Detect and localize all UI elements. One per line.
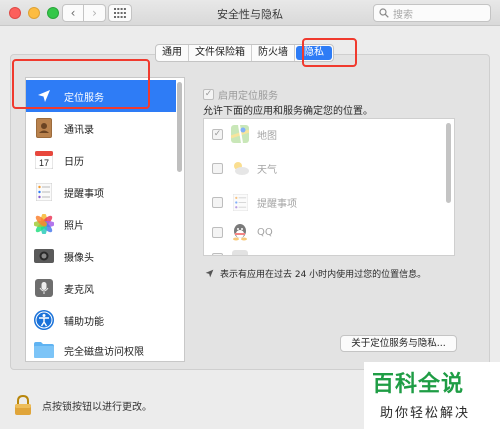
lock-icon[interactable] — [14, 395, 32, 415]
sidebar-item-full-disk-access[interactable]: 完全磁盘访问权限 — [26, 334, 176, 361]
sidebar-item-label: 辅助功能 — [64, 316, 104, 328]
maps-icon — [231, 125, 249, 143]
title-bar: ‹ › 安全性与隐私 搜索 — [0, 0, 500, 26]
location-services-highlight-box — [12, 59, 150, 109]
app-row-qq[interactable]: QQ — [204, 221, 444, 243]
location-arrow-icon — [205, 269, 214, 278]
tab-filevault[interactable]: 文件保险箱 — [189, 45, 252, 61]
preferences-window: ‹ › 安全性与隐私 搜索 通用 文件保险箱 防火墙 隐私 定位服务 通讯录 1… — [0, 0, 500, 429]
app-checkbox[interactable] — [212, 226, 223, 238]
app-row-maps[interactable]: ✓ 地图 — [204, 123, 444, 145]
tab-firewall[interactable]: 防火墙 — [252, 45, 295, 61]
sidebar-item-label: 通讯录 — [64, 124, 94, 136]
svg-text:17: 17 — [39, 158, 49, 168]
app-row-more[interactable] — [204, 247, 444, 255]
lock-area: 点按锁按钮以进行更改。 — [14, 395, 152, 415]
lock-hint-text: 点按锁按钮以进行更改。 — [42, 401, 152, 413]
privacy-category-list[interactable]: 定位服务 通讯录 17 日历 提醒事项 照片 摄像头 麦克风 辅助功能 完全磁盘… — [25, 77, 185, 362]
search-icon — [379, 8, 389, 18]
sidebar-item-contacts[interactable]: 通讯录 — [26, 112, 176, 144]
microphone-icon — [34, 278, 54, 298]
contacts-icon — [34, 118, 54, 138]
app-name: 提醒事项 — [257, 198, 297, 210]
sidebar-item-camera[interactable]: 摄像头 — [26, 240, 176, 272]
watermark: 百科全说 助你轻松解决 — [364, 362, 500, 429]
sidebar-item-label: 麦克风 — [64, 284, 94, 296]
search-input[interactable]: 搜索 — [373, 4, 491, 22]
sidebar-item-photos[interactable]: 照片 — [26, 208, 176, 240]
app-row-weather[interactable]: 天气 — [204, 157, 444, 179]
app-name: QQ — [257, 226, 273, 238]
folder-icon — [34, 340, 54, 360]
location-description: 允许下面的应用和服务确定您的位置。 — [203, 106, 373, 117]
watermark-subtitle: 助你轻松解决 — [380, 406, 471, 421]
app-list-scrollbar[interactable] — [446, 123, 451, 203]
sidebar-item-label: 完全磁盘访问权限 — [64, 346, 144, 358]
location-usage-note: 表示有应用在过去 24 小时内使用过您的位置信息。 — [205, 267, 426, 280]
sidebar-item-microphone[interactable]: 麦克风 — [26, 272, 176, 304]
app-checkbox[interactable] — [212, 196, 223, 208]
weather-icon — [231, 159, 249, 177]
about-location-privacy-button[interactable]: 关于定位服务与隐私... — [340, 335, 457, 352]
calendar-icon: 17 — [34, 150, 54, 170]
app-checkbox[interactable]: ✓ — [212, 128, 223, 140]
app-row-reminders[interactable]: 提醒事项 — [204, 191, 444, 213]
search-placeholder: 搜索 — [393, 9, 413, 21]
enable-location-label: 启用定位服务 — [218, 91, 278, 102]
sidebar-scrollbar[interactable] — [177, 82, 182, 172]
qq-icon — [231, 223, 249, 241]
sidebar-item-accessibility[interactable]: 辅助功能 — [26, 304, 176, 336]
sidebar-item-calendar[interactable]: 17 日历 — [26, 144, 176, 176]
location-usage-note-text: 表示有应用在过去 24 小时内使用过您的位置信息。 — [220, 270, 427, 280]
tab-general[interactable]: 通用 — [156, 45, 189, 61]
app-checkbox[interactable] — [212, 162, 223, 174]
enable-location-checkbox[interactable]: ✓ 启用定位服务 — [203, 87, 278, 102]
reminders-icon — [231, 193, 249, 211]
app-icon — [231, 249, 249, 255]
sidebar-item-label: 提醒事项 — [64, 188, 104, 200]
camera-icon — [34, 246, 54, 266]
checkmark-icon: ✓ — [203, 89, 214, 100]
sidebar-item-label: 日历 — [64, 156, 84, 168]
sidebar-item-label: 照片 — [64, 220, 84, 232]
sidebar-item-label: 摄像头 — [64, 252, 94, 264]
reminders-icon — [34, 182, 54, 202]
sidebar-item-reminders[interactable]: 提醒事项 — [26, 176, 176, 208]
watermark-title: 百科全说 — [372, 372, 465, 397]
location-app-list[interactable]: ✓ 地图 天气 提醒事项 QQ — [203, 118, 455, 256]
app-name: 天气 — [257, 164, 277, 176]
privacy-tab-highlight-box — [302, 38, 357, 67]
app-checkbox[interactable] — [212, 252, 223, 255]
app-name: 地图 — [257, 130, 277, 142]
photos-icon — [34, 214, 54, 234]
accessibility-icon — [34, 310, 54, 330]
